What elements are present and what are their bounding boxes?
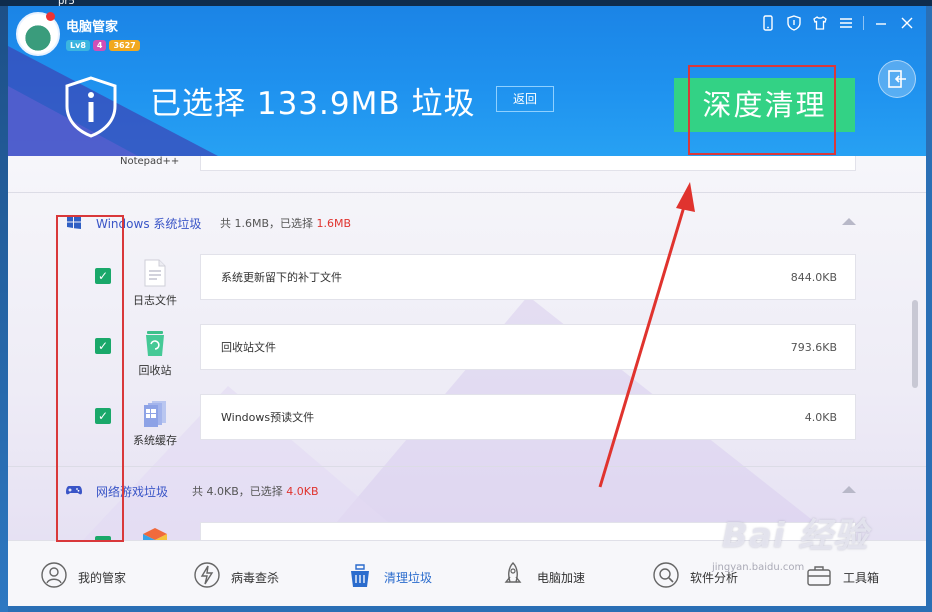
butler-icon xyxy=(41,562,67,588)
notification-dot xyxy=(46,12,55,21)
list-item: ✓ xyxy=(8,522,926,540)
exit-panel-icon xyxy=(888,70,906,88)
section-selected-size: 1.6MB xyxy=(316,217,352,230)
control-separator xyxy=(863,16,864,30)
app-title: 电脑管家 xyxy=(66,20,119,35)
item-row[interactable]: 系统更新留下的补丁文件 844.0KB xyxy=(200,254,856,300)
nav-cleanup[interactable]: 清理垃圾 xyxy=(314,541,467,606)
nav-label: 工具箱 xyxy=(843,571,880,585)
recycle-bin-icon xyxy=(146,331,164,356)
deep-clean-button[interactable]: 深度清理 xyxy=(674,78,855,132)
message-badge[interactable]: 4 xyxy=(92,40,107,51)
section-title[interactable]: Windows 系统垃圾 xyxy=(96,215,201,232)
item-size: 4.0KB xyxy=(804,411,837,424)
windows-logo-icon xyxy=(67,215,81,229)
item-size: 793.6KB xyxy=(790,341,837,354)
previous-item-label: Notepad++ xyxy=(120,156,180,167)
nav-software-analysis[interactable]: 软件分析 xyxy=(620,541,773,606)
back-button[interactable]: 返回 xyxy=(496,86,554,112)
list-item: ✓ 系统缓存 Windows预读文件 4.0KB xyxy=(8,394,926,454)
nav-label: 清理垃圾 xyxy=(384,571,433,585)
previous-item-box[interactable] xyxy=(200,156,856,171)
header-banner: 电脑管家 Lv8 4 3627 已选择 133.9MB 垃圾 返回 深度清理 xyxy=(8,6,926,156)
selected-size-headline: 已选择 133.9MB 垃圾 xyxy=(150,86,476,122)
coin-badge[interactable]: 3627 xyxy=(109,40,140,51)
rocket-icon xyxy=(504,562,522,583)
item-size: 844.0KB xyxy=(790,271,837,284)
list-item: ✓ 回收站 回收站文件 793.6KB xyxy=(8,324,926,384)
user-badges: Lv8 4 3627 xyxy=(66,40,140,51)
skin-icon[interactable] xyxy=(811,14,829,32)
item-category-label: 日志文件 xyxy=(133,294,177,307)
section-divider xyxy=(8,466,926,467)
shield-icon xyxy=(65,76,117,138)
window-controls xyxy=(759,14,916,32)
close-icon[interactable] xyxy=(898,14,916,32)
item-row[interactable]: 回收站文件 793.6KB xyxy=(200,324,856,370)
game-app-icon xyxy=(143,528,167,540)
desktop-edge xyxy=(0,0,8,612)
minimize-icon[interactable] xyxy=(872,14,890,32)
section-size-info: 共 1.6MB，已选择 1.6MB xyxy=(220,215,351,231)
nav-speed-up[interactable]: 电脑加速 xyxy=(467,541,620,606)
junk-list: Notepad++ Windows 系统垃圾 共 1.6MB，已选择 1.6MB… xyxy=(8,156,926,540)
item-row[interactable]: Windows预读文件 4.0KB xyxy=(200,394,856,440)
bottom-navigation: 我的管家 病毒查杀 清理垃圾 电脑加速 软件分析 工具箱 xyxy=(8,540,926,606)
cleanup-icon xyxy=(351,564,369,587)
log-file-icon xyxy=(144,259,166,287)
item-name: Windows预读文件 xyxy=(221,411,315,424)
item-category-label: 系统缓存 xyxy=(133,434,177,447)
previous-item-row: Notepad++ xyxy=(8,156,926,193)
toolbox-icon xyxy=(807,566,831,586)
nav-virus-scan[interactable]: 病毒查杀 xyxy=(161,541,314,606)
list-item: ✓ 日志文件 系统更新留下的补丁文件 844.0KB xyxy=(8,254,926,314)
item-checkbox[interactable]: ✓ xyxy=(95,338,111,354)
collapse-section-button[interactable] xyxy=(842,486,856,493)
nav-toolbox[interactable]: 工具箱 xyxy=(773,541,926,606)
menu-icon[interactable] xyxy=(837,14,855,32)
item-name: 系统更新留下的补丁文件 xyxy=(221,271,342,284)
gamepad-icon xyxy=(66,486,82,495)
section-size-info: 共 4.0KB，已选择 4.0KB xyxy=(192,483,319,499)
section-selected-size: 4.0KB xyxy=(286,485,319,498)
software-analysis-icon xyxy=(653,562,679,588)
list-scrollbar[interactable] xyxy=(912,300,918,388)
shield-small-icon[interactable] xyxy=(785,14,803,32)
item-name: 回收站文件 xyxy=(221,341,276,354)
pc-manager-window: 电脑管家 Lv8 4 3627 已选择 133.9MB 垃圾 返回 深度清理 N… xyxy=(8,6,926,606)
virus-scan-icon xyxy=(194,562,220,588)
collapse-section-button[interactable] xyxy=(842,218,856,225)
level-badge[interactable]: Lv8 xyxy=(66,40,90,51)
item-checkbox[interactable]: ✓ xyxy=(95,268,111,284)
item-category-label: 回收站 xyxy=(138,364,172,377)
nav-label: 病毒查杀 xyxy=(231,571,280,585)
nav-label: 软件分析 xyxy=(690,571,739,585)
phone-icon[interactable] xyxy=(759,14,777,32)
section-size-text: 共 1.6MB，已选择 xyxy=(220,217,314,230)
nav-label: 我的管家 xyxy=(78,571,127,585)
nav-label: 电脑加速 xyxy=(537,571,586,585)
item-row[interactable] xyxy=(200,522,856,540)
nav-my-butler[interactable]: 我的管家 xyxy=(8,541,161,606)
section-title[interactable]: 网络游戏垃圾 xyxy=(96,483,168,500)
section-size-text: 共 4.0KB，已选择 xyxy=(192,485,283,498)
exit-panel-button[interactable] xyxy=(878,60,916,98)
item-checkbox[interactable]: ✓ xyxy=(95,408,111,424)
system-cache-icon xyxy=(144,401,166,427)
